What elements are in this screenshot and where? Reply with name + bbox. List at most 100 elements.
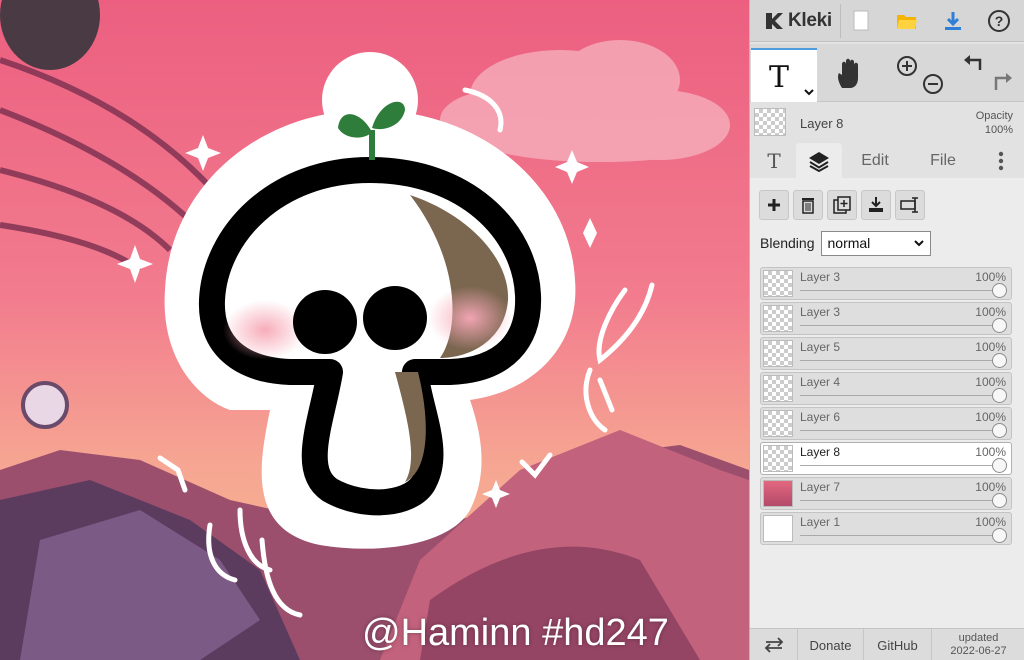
swap-arrows-icon [764, 637, 783, 653]
side-panel: Kleki ? T Layer 8 Opacity 100% T Edit Fi… [749, 0, 1024, 660]
app-name: Kleki [788, 10, 832, 31]
plus-icon [768, 199, 780, 211]
layer-opacity: 100% [975, 515, 1006, 529]
layer-list: Layer 3 100% Layer 3 100% Layer 5 100% L… [760, 267, 1012, 547]
opacity-slider-handle[interactable] [992, 493, 1007, 508]
opacity-slider-handle[interactable] [992, 528, 1007, 543]
hand-tool-icon[interactable] [834, 56, 866, 90]
zoom-buttons[interactable] [892, 52, 948, 96]
merge-down-icon [869, 197, 883, 212]
tab-file[interactable]: File [920, 143, 966, 178]
opacity-slider-handle[interactable] [992, 353, 1007, 368]
redo-icon[interactable] [994, 73, 1012, 90]
layer-name: Layer 7 [800, 480, 841, 494]
chevron-down-icon[interactable] [803, 86, 815, 98]
open-file-button[interactable] [890, 4, 924, 38]
opacity-slider-track[interactable] [800, 465, 1003, 466]
zoom-in-icon[interactable] [897, 56, 917, 76]
open-folder-icon [897, 15, 917, 29]
divider [840, 4, 841, 38]
opacity-slider-track[interactable] [800, 500, 1003, 501]
current-layer-info: Layer 8 Opacity 100% [750, 103, 1024, 143]
layers-icon [809, 151, 829, 172]
duplicate-icon [833, 196, 851, 214]
watermark-text: @Haminn #hd247 [362, 612, 669, 654]
layer-opacity: 100% [975, 410, 1006, 424]
text-tool-button[interactable]: T [751, 48, 817, 102]
delete-layer-button[interactable] [793, 190, 823, 220]
layer-item[interactable]: Layer 5 100% [760, 337, 1012, 370]
opacity-slider-track[interactable] [800, 290, 1003, 291]
more-vertical-icon [998, 151, 1004, 170]
kleki-app: @Haminn #hd247 Kleki ? T Layer 8 Opacity… [0, 0, 1024, 660]
merge-down-button[interactable] [861, 190, 891, 220]
panel-tabs: T Edit File [750, 143, 1024, 178]
zoom-out-icon[interactable] [923, 74, 943, 94]
tab-layers[interactable] [796, 143, 842, 178]
tab-edit[interactable]: Edit [850, 143, 900, 178]
layer-item[interactable]: Layer 4 100% [760, 372, 1012, 405]
layer-thumbnail [763, 305, 793, 332]
layer-thumbnail [763, 410, 793, 437]
layer-opacity: 100% [975, 480, 1006, 494]
changelog-link[interactable]: updated 2022-06-27 [932, 629, 1024, 660]
layer-thumbnail [763, 270, 793, 297]
opacity-slider-track[interactable] [800, 430, 1003, 431]
layer-item-selected[interactable]: Layer 8 100% [760, 442, 1012, 475]
rename-layer-button[interactable] [895, 190, 925, 220]
layer-item[interactable]: Layer 3 100% [760, 302, 1012, 335]
chevron-down-icon [913, 240, 924, 247]
layer-item[interactable]: Layer 1 100% [760, 512, 1012, 545]
layer-opacity: 100% [975, 270, 1006, 284]
blending-select[interactable]: normal [820, 230, 931, 256]
blending-label: Blending [760, 235, 815, 251]
undo-icon[interactable] [964, 55, 982, 70]
layer-item[interactable]: Layer 7 100% [760, 477, 1012, 510]
tab-text[interactable]: T [754, 143, 794, 178]
duplicate-layer-button[interactable] [827, 190, 857, 220]
bottom-bar: Donate GitHub updated 2022-06-27 [750, 628, 1024, 660]
layer-toolbar [759, 190, 925, 220]
opacity-slider-track[interactable] [800, 325, 1003, 326]
opacity-slider-track[interactable] [800, 535, 1003, 536]
layer-name: Layer 3 [800, 270, 841, 284]
layers-panel: Blending normal Layer 3 100% Layer 3 100… [750, 178, 1024, 628]
updated-date: 2022-06-27 [950, 645, 1007, 657]
help-icon: ? [988, 10, 1010, 32]
text-tab-icon: T [767, 148, 781, 173]
opacity-slider-handle[interactable] [992, 388, 1007, 403]
swap-side-button[interactable] [750, 629, 798, 660]
opacity-slider-handle[interactable] [992, 318, 1007, 333]
new-file-button[interactable] [844, 4, 878, 38]
layer-name: Layer 5 [800, 340, 841, 354]
donate-link[interactable]: Donate [798, 629, 864, 660]
layer-thumbnail [763, 340, 793, 367]
layer-thumbnail [763, 515, 793, 542]
text-tool-icon: T [769, 60, 790, 95]
artwork [0, 0, 749, 660]
drawing-canvas[interactable]: @Haminn #hd247 [0, 0, 749, 660]
opacity-value: 100% [984, 124, 1013, 136]
current-layer-name: Layer 8 [800, 116, 844, 131]
tool-row: T [750, 44, 1024, 102]
layer-opacity: 100% [975, 445, 1006, 459]
more-menu-button[interactable] [986, 143, 1016, 178]
layer-name: Layer 1 [800, 515, 841, 529]
github-link[interactable]: GitHub [864, 629, 932, 660]
svg-text:?: ? [995, 13, 1004, 29]
opacity-slider-handle[interactable] [992, 458, 1007, 473]
kleki-logo[interactable]: Kleki [762, 6, 832, 36]
download-icon [945, 12, 961, 30]
undo-redo-buttons[interactable] [960, 52, 1016, 96]
opacity-slider-track[interactable] [800, 395, 1003, 396]
layer-item[interactable]: Layer 6 100% [760, 407, 1012, 440]
opacity-slider-handle[interactable] [992, 423, 1007, 438]
help-button[interactable]: ? [982, 4, 1016, 38]
add-layer-button[interactable] [759, 190, 789, 220]
opacity-slider-handle[interactable] [992, 283, 1007, 298]
layer-item[interactable]: Layer 3 100% [760, 267, 1012, 300]
layer-thumbnail [763, 445, 793, 472]
top-bar: Kleki ? [750, 0, 1024, 42]
download-button[interactable] [936, 4, 970, 38]
opacity-slider-track[interactable] [800, 360, 1003, 361]
